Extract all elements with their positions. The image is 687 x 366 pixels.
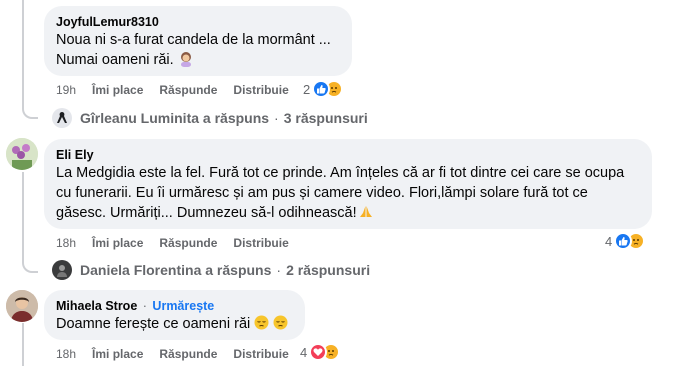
comment-timestamp[interactable]: 18h — [56, 347, 76, 361]
reaction-count: 2 — [303, 81, 311, 97]
thread-line — [22, 0, 24, 104]
comment-author[interactable]: Mihaela Stroe — [56, 299, 137, 313]
share-button[interactable]: Distribuie — [233, 347, 288, 361]
reaction-count: 4 — [300, 344, 308, 360]
comment-author-line: Mihaela Stroe · Urmărește — [56, 298, 293, 314]
reaction-summary[interactable]: 2 — [303, 80, 344, 98]
comment-bubble: Mihaela Stroe · Urmărește Doamne ferește… — [44, 290, 305, 340]
reply-button[interactable]: Răspunde — [159, 236, 217, 250]
comment-timestamp[interactable]: 19h — [56, 83, 76, 97]
thread-connector — [22, 257, 38, 273]
like-button[interactable]: Îmi place — [92, 83, 143, 97]
comment-bubble: Eli Ely La Medgidia este la fel. Fură to… — [44, 139, 652, 229]
thread-line — [22, 323, 24, 366]
comment-author[interactable]: Eli Ely — [56, 147, 640, 163]
replies-author: Gîrleanu Luminita a răspuns — [80, 110, 270, 126]
view-replies-link[interactable]: Daniela Florentina a răspuns · 2 răspuns… — [52, 260, 370, 280]
avatar — [52, 260, 72, 280]
comment-actions: 19h Îmi place Răspunde Distribuie — [56, 82, 289, 98]
replies-count: 3 răspunsuri — [283, 110, 368, 126]
share-button[interactable]: Distribuie — [233, 236, 288, 250]
reaction-summary[interactable]: 4 — [605, 232, 646, 250]
reply-button[interactable]: Răspunde — [159, 347, 217, 361]
separator-dot: · — [274, 110, 279, 126]
avatar[interactable] — [6, 290, 38, 322]
follow-button[interactable]: Urmărește — [152, 299, 214, 313]
reply-button[interactable]: Răspunde — [159, 83, 217, 97]
comment-text: Noua ni s-a furat candela de la mormânt … — [56, 30, 340, 73]
reaction-summary[interactable]: 4 — [300, 343, 341, 361]
praying-hands-icon — [359, 205, 373, 225]
ribbon-avatar-icon — [52, 108, 72, 128]
view-replies-link[interactable]: Gîrleanu Luminita a răspuns · 3 răspunsu… — [52, 108, 368, 128]
like-button[interactable]: Îmi place — [92, 347, 143, 361]
replies-count: 2 răspunsuri — [286, 262, 371, 278]
reaction-count: 4 — [605, 233, 613, 249]
pensive-face-icon — [254, 315, 269, 336]
woman-emoji-icon — [178, 51, 194, 73]
comment-bubble: JoyfulLemur8310 Noua ni s-a furat candel… — [44, 6, 352, 76]
share-button[interactable]: Distribuie — [233, 83, 288, 97]
avatar[interactable] — [6, 138, 38, 170]
comment-timestamp[interactable]: 18h — [56, 236, 76, 250]
like-button[interactable]: Îmi place — [92, 236, 143, 250]
comment-text: La Medgidia este la fel. Fură tot ce pri… — [56, 163, 640, 225]
replies-author: Daniela Florentina a răspuns — [80, 262, 272, 278]
comment-actions: 18h Îmi place Răspunde Distribuie — [56, 235, 289, 251]
thread-line — [22, 172, 24, 260]
separator-dot: · — [276, 262, 282, 278]
pensive-face-icon — [273, 315, 288, 336]
separator-dot: · — [142, 299, 147, 313]
comment-text: Doamne ferește ce oameni răi — [56, 314, 293, 336]
comment-actions: 18h Îmi place Răspunde Distribuie — [56, 346, 289, 362]
thread-connector — [22, 103, 38, 119]
comment-author[interactable]: JoyfulLemur8310 — [56, 14, 340, 30]
